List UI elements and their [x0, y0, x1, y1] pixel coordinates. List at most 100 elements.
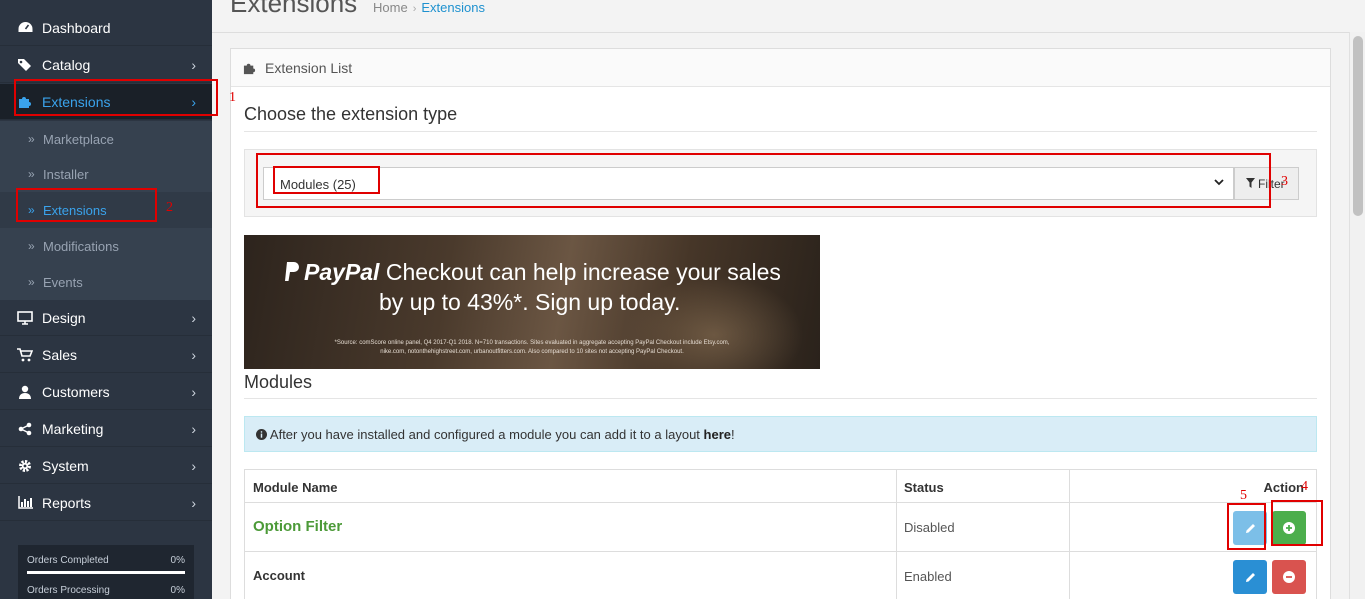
- stat-value: 0%: [170, 585, 185, 596]
- table-header-row: Module Name Status Action: [245, 470, 1316, 503]
- panel-heading-label: Extension List: [265, 60, 353, 76]
- annotation-box-5: [1227, 503, 1266, 550]
- sidebar-item-label: Sales: [42, 346, 78, 363]
- progress-bar: [27, 571, 185, 574]
- stat-orders-completed: Orders Completed 0%: [27, 555, 185, 566]
- breadcrumb-current[interactable]: Extensions: [421, 0, 485, 15]
- monitor-icon: [17, 310, 33, 326]
- share-icon: [17, 421, 33, 437]
- panel-heading: Extension List: [231, 49, 1330, 87]
- annotation-number-5: 5: [1240, 488, 1247, 503]
- paypal-logo-icon: [284, 261, 300, 288]
- sidebar-item-catalog[interactable]: Catalog ›: [0, 47, 212, 83]
- column-header-action: Action: [1263, 480, 1304, 495]
- sidebar-subitem-label: Marketplace: [43, 131, 114, 147]
- chevron-right-icon: ›: [191, 457, 196, 474]
- gear-icon: [17, 458, 33, 474]
- stat-orders-processing: Orders Processing 0%: [27, 585, 185, 596]
- column-header-status: Status: [904, 480, 944, 495]
- chevron-right-icon: ›: [191, 383, 196, 400]
- choose-type-title: Choose the extension type: [244, 104, 458, 124]
- dashboard-icon: [17, 20, 33, 36]
- sidebar-subitem-label: Events: [43, 274, 83, 290]
- sidebar-item-label: Design: [42, 309, 86, 326]
- uninstall-button[interactable]: [1272, 560, 1306, 594]
- pencil-icon: [1245, 572, 1255, 582]
- sidebar-subitem-label: Modifications: [43, 238, 119, 254]
- chevron-right-icon: ›: [191, 346, 196, 363]
- sidebar-item-label: Customers: [42, 383, 110, 400]
- info-alert: After you have installed and configured …: [244, 416, 1317, 452]
- extension-list-panel: Extension List Choose the extension type…: [230, 48, 1331, 599]
- puzzle-icon: [243, 61, 257, 78]
- tags-icon: [17, 57, 33, 73]
- page-title: Extensions: [230, 0, 358, 18]
- modules-table: Module Name Status Action Option Filter …: [244, 469, 1317, 599]
- sidebar-subitem-marketplace[interactable]: » Marketplace: [0, 121, 212, 157]
- sidebar-item-sales[interactable]: Sales ›: [0, 337, 212, 373]
- edit-button[interactable]: [1233, 560, 1267, 594]
- user-icon: [17, 384, 33, 400]
- annotation-box-3: [256, 153, 1271, 208]
- chevron-right-icon: ›: [191, 494, 196, 511]
- sidebar-subitem-modifications[interactable]: » Modifications: [0, 228, 212, 264]
- stat-label: Orders Processing: [27, 585, 110, 596]
- sidebar-item-design[interactable]: Design ›: [0, 300, 212, 336]
- annotation-number-2: 2: [166, 200, 173, 215]
- double-chevron-icon: »: [28, 167, 35, 181]
- header-divider: [212, 32, 1349, 33]
- chevron-right-icon: ›: [191, 56, 196, 73]
- breadcrumb-separator: ›: [412, 3, 417, 15]
- sidebar-item-dashboard[interactable]: Dashboard: [0, 10, 212, 46]
- sidebar-item-label: Reports: [42, 494, 92, 511]
- stat-value: 0%: [170, 555, 185, 566]
- sidebar-subitem-events[interactable]: » Events: [0, 264, 212, 300]
- table-row: Option Filter Disabled: [245, 503, 1316, 552]
- order-stats: Orders Completed 0% Orders Processing 0%: [18, 545, 194, 599]
- banner-headline-1: PayPal Checkout can help increase your s…: [284, 259, 781, 288]
- divider: [244, 398, 1317, 399]
- double-chevron-icon: »: [28, 132, 35, 146]
- module-status: Disabled: [904, 520, 955, 535]
- double-chevron-icon: »: [28, 239, 35, 253]
- page-scrollbar[interactable]: [1349, 32, 1365, 599]
- annotation-number-1: 1: [229, 90, 236, 105]
- info-circle-icon: [256, 428, 267, 443]
- annotation-number-3: 3: [1281, 174, 1288, 189]
- sidebar-item-reports[interactable]: Reports ›: [0, 485, 212, 521]
- chevron-right-icon: ›: [191, 309, 196, 326]
- sidebar-item-marketing[interactable]: Marketing ›: [0, 411, 212, 447]
- double-chevron-icon: »: [28, 275, 35, 289]
- stat-label: Orders Completed: [27, 555, 109, 566]
- sidebar-subitem-installer[interactable]: » Installer: [0, 156, 212, 192]
- minus-circle-icon: [1283, 571, 1295, 583]
- paypal-banner[interactable]: PayPal Checkout can help increase your s…: [244, 235, 820, 369]
- annotation-number-4: 4: [1301, 479, 1308, 494]
- annotation-box-3-inner: [273, 166, 380, 194]
- alert-link[interactable]: here: [704, 427, 731, 442]
- column-header-module-name: Module Name: [253, 480, 338, 495]
- scrollbar-thumb[interactable]: [1353, 36, 1363, 216]
- banner-headline-2: by up to 43%*. Sign up today.: [379, 289, 681, 315]
- banner-footnote: *Source: comScore online panel, Q4 2017-…: [334, 340, 730, 355]
- sidebar-item-label: Marketing: [42, 420, 104, 437]
- alert-text: After you have installed and configured …: [269, 427, 700, 442]
- breadcrumb: Home › Extensions: [373, 0, 485, 15]
- alert-end: !: [731, 427, 735, 442]
- sidebar-subitem-label: Installer: [43, 166, 89, 182]
- chevron-right-icon: ›: [191, 420, 196, 437]
- breadcrumb-home[interactable]: Home: [373, 0, 408, 15]
- module-name: Option Filter: [253, 518, 343, 535]
- modules-title: Modules: [244, 372, 313, 392]
- sidebar-item-system[interactable]: System ›: [0, 448, 212, 484]
- table-row: Account Enabled: [245, 552, 1316, 599]
- annotation-box-2: [16, 188, 157, 222]
- sidebar-item-label: System: [42, 457, 89, 474]
- module-status: Enabled: [904, 569, 952, 584]
- divider: [244, 131, 1317, 132]
- annotation-box-4: [1271, 500, 1323, 546]
- module-name: Account: [253, 568, 305, 583]
- sidebar-item-customers[interactable]: Customers ›: [0, 374, 212, 410]
- sidebar-item-label: Catalog: [42, 56, 91, 73]
- sidebar-item-label: Dashboard: [42, 19, 111, 36]
